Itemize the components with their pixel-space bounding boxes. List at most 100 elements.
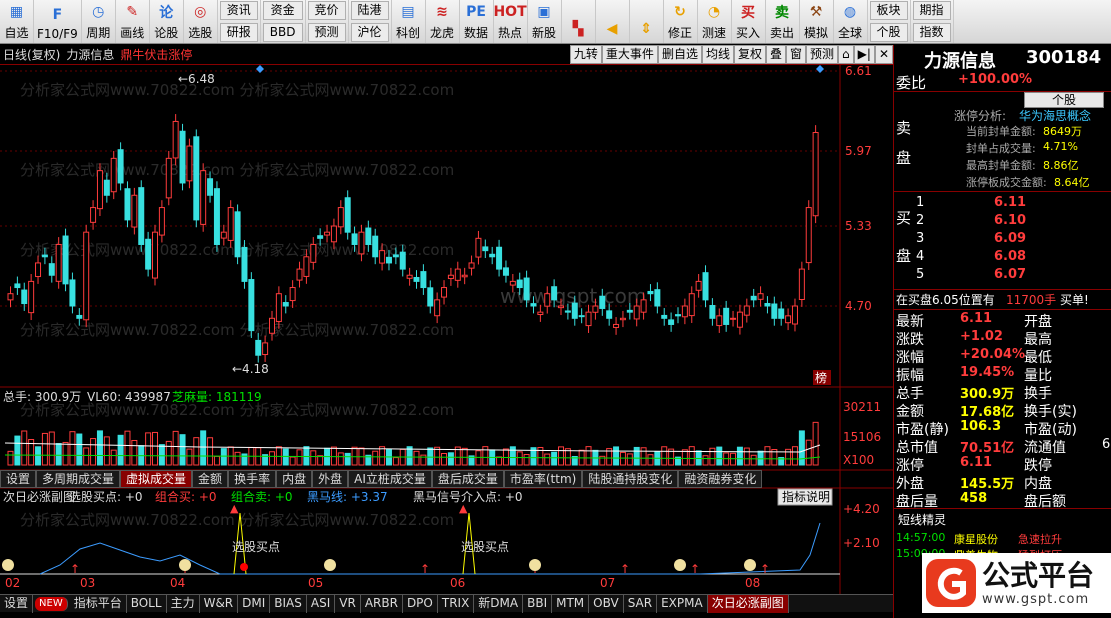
toolbar-gavel-button[interactable]: ⚒ 模拟 [800, 0, 834, 43]
candle-body [482, 246, 489, 252]
chart-btn[interactable]: 叠 [765, 45, 786, 64]
chart-btn[interactable]: 重大事件 [601, 45, 658, 64]
stock-button[interactable]: 个股 [1024, 92, 1104, 108]
indicator-tab[interactable]: VR [335, 595, 361, 613]
toolbar-f10-button[interactable]: F F10/F9 [34, 0, 82, 43]
toolbar-small-button[interactable]: 资讯 [219, 1, 258, 21]
toolbar-radar-button[interactable]: ◎ 选股 [184, 0, 218, 43]
toolbar-ipo-button[interactable]: ▣ 新股 [528, 0, 562, 43]
toolbar-grid-button[interactable]: ▦ 自选 [0, 0, 34, 43]
toolbar-small-button[interactable]: 研报 [219, 22, 258, 42]
chart-btn[interactable]: 复权 [733, 45, 766, 64]
indicator-tab[interactable]: BOLL [127, 595, 167, 613]
volume-tab[interactable]: 设置 [0, 470, 37, 488]
kline-chart[interactable]: 分析家公式网www.70822.com 分析家公式网www.70822.com 分… [0, 65, 893, 595]
indicator-tab[interactable]: 设置 [0, 595, 34, 613]
toolbar-multi-window-button[interactable]: ▚ [562, 0, 596, 43]
volume-tab[interactable]: 盘后成交量 [431, 470, 504, 488]
candle-body [317, 235, 324, 239]
volume-tab[interactable]: AI立桩成交量 [348, 470, 432, 488]
toolbar-refresh-button[interactable]: ↻ 修正 [664, 0, 698, 43]
buy-signal-arrow-icon: ▲ [459, 502, 468, 515]
event-diamond-icon[interactable] [256, 65, 264, 73]
toolbar-small-button[interactable]: 竞价 [307, 1, 346, 21]
toolbar-pencil-button[interactable]: ✎ 画线 [116, 0, 150, 43]
period-label[interactable]: 日线(复权) [3, 46, 60, 63]
toolbar-hot-button[interactable]: HOT 热点 [493, 0, 528, 43]
indicator-tab[interactable]: 指标平台 [70, 595, 127, 613]
gspt-logo-icon [926, 559, 976, 607]
chart-btn[interactable]: 预测 [806, 45, 839, 64]
candle-body [296, 268, 303, 281]
chart-btn[interactable]: 窗 [786, 45, 807, 64]
radar-icon: ◎ [194, 4, 207, 20]
indicator-tab[interactable]: BBI [523, 595, 553, 613]
candle-body [509, 280, 516, 286]
volume-tab[interactable]: 虚拟成交量 [120, 470, 193, 488]
toolbar-label: 测速 [702, 26, 727, 40]
chart-btn[interactable]: 九转 [569, 45, 602, 64]
quote-row: 在买盘6.05位置有 11700手 买单! [894, 291, 1111, 309]
indicator-tab[interactable]: TRIX [438, 595, 475, 613]
toolbar-small-button[interactable]: 指数 [912, 22, 951, 42]
indicator-tab[interactable]: ARBR [361, 595, 403, 613]
volume-tab[interactable]: 市盈率(ttm) [503, 470, 583, 488]
toolbar-talk-button[interactable]: 论论股 [150, 0, 184, 43]
event-diamond-icon[interactable] [816, 65, 824, 73]
indicator-tab[interactable]: OBV [589, 595, 624, 613]
indicator-tab[interactable]: MTM [552, 595, 590, 613]
toolbar-small-button[interactable]: 陆港 [350, 1, 389, 21]
volume-tab[interactable]: 融资融券变化 [678, 470, 763, 488]
volume-tab[interactable]: 换手率 [228, 470, 277, 488]
chart-btn[interactable]: ⌂ [838, 45, 854, 64]
chart-btn[interactable]: 删自选 [657, 45, 702, 64]
indicator-tab[interactable]: 次日必涨副图 [707, 595, 789, 613]
volume-bar [764, 446, 771, 466]
toolbar-sell-button[interactable]: 卖卖出 [766, 0, 800, 43]
indicator-tab[interactable]: 主力 [167, 595, 200, 613]
toolbar-small-button[interactable]: 预测 [307, 22, 346, 42]
indicator-tab[interactable]: W&R [200, 595, 239, 613]
toolbar-globe-button[interactable]: ◍ 全球 [834, 0, 868, 43]
toolbar-small-button[interactable]: 沪伦 [350, 22, 389, 42]
volume-tab[interactable]: 金额 [192, 470, 229, 488]
toolbar-small-button[interactable]: 个股 [869, 22, 908, 42]
volume-tick: X100 [843, 453, 874, 467]
toolbar-small-button[interactable]: BBD [262, 22, 303, 42]
toolbar-back-arrow-button[interactable]: ◀ [596, 0, 630, 43]
indicator-tab[interactable]: EXPMA [657, 595, 708, 613]
quote-row: 涨停板成交金额: 8.64亿 [894, 174, 1111, 192]
toolbar-small-button[interactable]: 资金 [262, 1, 303, 21]
price-tick: 5.33 [845, 219, 872, 233]
indicator-tab[interactable]: DMI [238, 595, 271, 613]
indicator-tab[interactable]: DPO [403, 595, 438, 613]
volume-tab[interactable]: 外盘 [312, 470, 349, 488]
volume-tab[interactable]: 内盘 [276, 470, 313, 488]
volume-tab[interactable]: 多周期成交量 [36, 470, 121, 488]
money-bag-icon [2, 559, 14, 571]
indicator-tab[interactable]: ASI [307, 595, 336, 613]
volume-bar [83, 447, 90, 466]
candle-body [289, 287, 296, 302]
toolbar-dragon-button[interactable]: ≋ 龙虎 [426, 0, 460, 43]
chart-btn[interactable]: ✕ [874, 45, 893, 64]
volume-tab[interactable]: 陆股通持股变化 [582, 470, 679, 488]
candle-body [785, 315, 792, 324]
stat-label-2: 换手(实) [1024, 404, 1077, 420]
chart-btn[interactable]: ▶| [853, 45, 875, 64]
toolbar-buy-button[interactable]: 买买入 [732, 0, 766, 43]
toolbar-updown-arrow-button[interactable]: ⇕ [630, 0, 664, 43]
toolbar-small-button[interactable]: 期指 [912, 1, 951, 21]
toolbar-clock-button[interactable]: ◷ 周期 [82, 0, 116, 43]
toolbar-stopwatch-button[interactable]: ◔ 测速 [698, 0, 732, 43]
indicator-tab[interactable]: 新DMA [474, 595, 524, 613]
toolbar-small-button[interactable]: 板块 [869, 1, 908, 21]
indicator-tab[interactable]: BIAS [270, 595, 307, 613]
indicator-tab[interactable]: SAR [624, 595, 658, 613]
new-badge[interactable]: NEW [35, 597, 68, 611]
limit-row-value: 4.71% [1043, 140, 1078, 153]
candle-body [262, 342, 269, 356]
toolbar-chart-button[interactable]: ▤ 科创 [392, 0, 426, 43]
toolbar-pe-button[interactable]: PE 数据 [460, 0, 494, 43]
chart-btn[interactable]: 均线 [701, 45, 734, 64]
